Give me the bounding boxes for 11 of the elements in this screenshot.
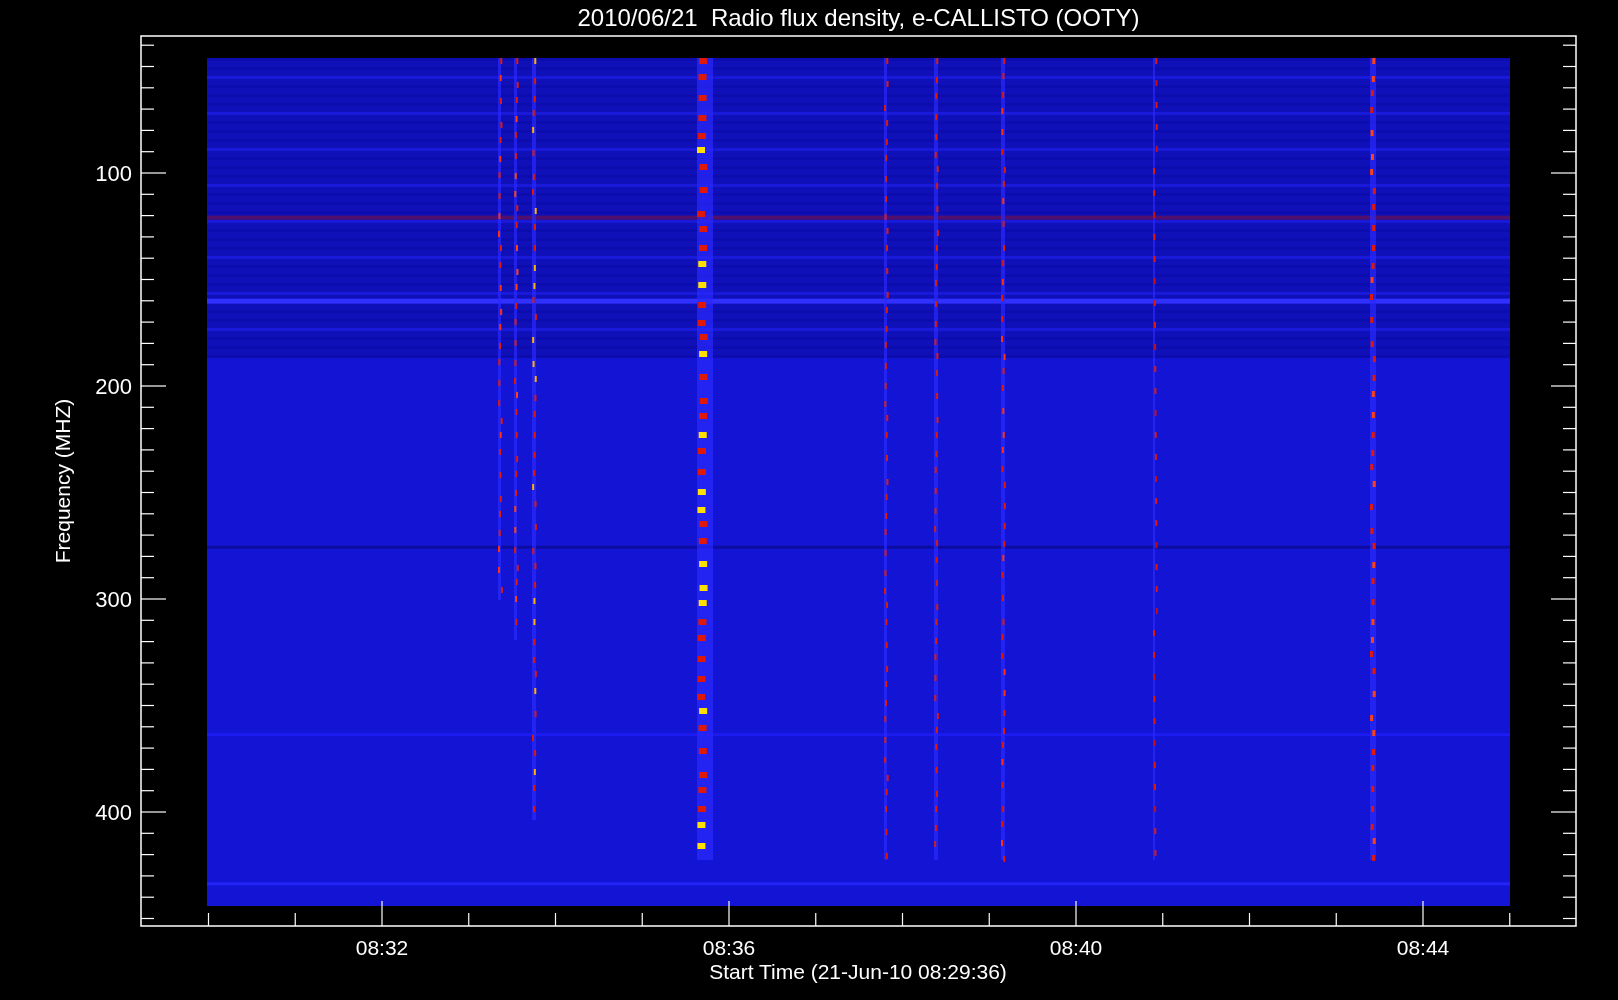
tick-label: 08:36 xyxy=(702,936,756,959)
axis-label: Start Time (21-Jun-10 08:29:36) xyxy=(709,960,1007,983)
tick-label: 200 xyxy=(95,374,132,399)
tick-label: 08:40 xyxy=(1049,936,1103,959)
tick-label: 400 xyxy=(95,800,132,825)
tick-label: 08:44 xyxy=(1396,936,1450,959)
tick-label: 08:32 xyxy=(355,936,409,959)
axis-label: Frequency (MHZ) xyxy=(51,398,74,564)
plot-title: 2010/06/21 Radio flux density, e-CALLISTO (OOTY) xyxy=(577,4,1140,31)
tick-label: 100 xyxy=(95,161,132,186)
tick-label: 300 xyxy=(95,587,132,612)
